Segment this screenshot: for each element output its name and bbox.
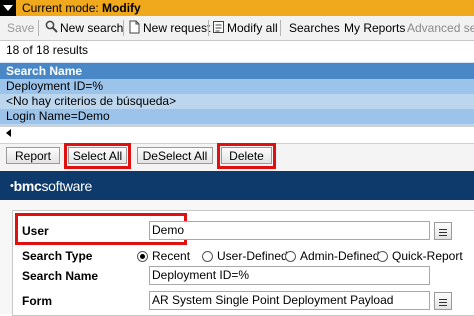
radio-user-defined-label: User-Defined [217, 249, 288, 263]
delete-button[interactable]: Delete [221, 147, 272, 164]
modify-all-icon [213, 21, 224, 33]
toolbar-separator [38, 20, 39, 36]
user-label: User [22, 224, 49, 238]
report-button[interactable]: Report [6, 147, 60, 164]
search-name-label: Search Name [22, 269, 99, 283]
new-request-button[interactable]: New request [143, 16, 210, 40]
row-search-name: Login Name=Demo [6, 109, 110, 123]
results-list: Deployment ID=% <No hay criterios de bús… [0, 79, 474, 126]
radio-recent[interactable] [137, 251, 148, 262]
form-field[interactable]: AR System Single Point Deployment Payloa… [149, 291, 430, 310]
radio-recent-label: Recent [152, 249, 191, 263]
search-type-label: Search Type [22, 249, 93, 263]
save-button[interactable]: Save [7, 16, 34, 40]
current-mode-label: Current mode: [22, 1, 99, 15]
searches-menu[interactable]: Searches [289, 16, 340, 40]
row-search-name: <No hay criterios de búsqueda> [6, 94, 177, 108]
horizontal-scrollbar[interactable] [0, 126, 474, 143]
toolbar-separator [280, 20, 281, 36]
table-row[interactable]: Login Name=Demo [0, 109, 474, 124]
table-row[interactable]: <No hay criterios de búsqueda> [0, 94, 474, 109]
table-row[interactable]: Deployment ID=% [0, 79, 474, 94]
bmc-software-logo: •bmcsoftware [10, 178, 92, 194]
new-search-button[interactable]: New search [60, 16, 123, 40]
logo-suffix: software [41, 178, 92, 194]
search-name-column-label: Search Name [6, 64, 83, 78]
my-reports-menu[interactable]: My Reports [344, 16, 405, 40]
user-field[interactable]: Demo [149, 221, 430, 240]
radio-user-defined[interactable] [202, 251, 213, 262]
results-column-header[interactable]: Search Name [0, 62, 474, 79]
current-mode-value: Modify [102, 1, 141, 15]
radio-admin-defined[interactable] [285, 251, 296, 262]
search-name-field[interactable]: Deployment ID=% [149, 266, 430, 285]
current-mode-text: Current mode: Modify [22, 1, 141, 15]
form-label: Form [22, 294, 52, 308]
new-document-icon [129, 20, 140, 34]
form-field-menu-icon[interactable] [434, 292, 452, 310]
search-icon [45, 20, 58, 33]
scroll-left-arrow-icon[interactable] [6, 129, 11, 137]
logo-prefix: bmc [13, 178, 42, 194]
modify-all-button[interactable]: Modify all [227, 16, 278, 40]
select-all-button[interactable]: Select All [68, 147, 127, 164]
toolbar-separator [208, 20, 209, 36]
row-search-name: Deployment ID=% [6, 79, 104, 93]
advanced-search-menu[interactable]: Advanced sea [407, 16, 474, 40]
radio-quick-report[interactable] [377, 251, 388, 262]
deselect-all-button[interactable]: DeSelect All [137, 147, 213, 164]
user-field-menu-icon[interactable] [434, 222, 452, 240]
radio-admin-defined-label: Admin-Defined [300, 249, 380, 263]
toolbar-separator [123, 20, 124, 36]
result-count: 18 of 18 results [6, 43, 89, 57]
radio-quick-report-label: Quick-Report [392, 249, 463, 263]
collapse-toggle-icon[interactable] [0, 0, 16, 16]
